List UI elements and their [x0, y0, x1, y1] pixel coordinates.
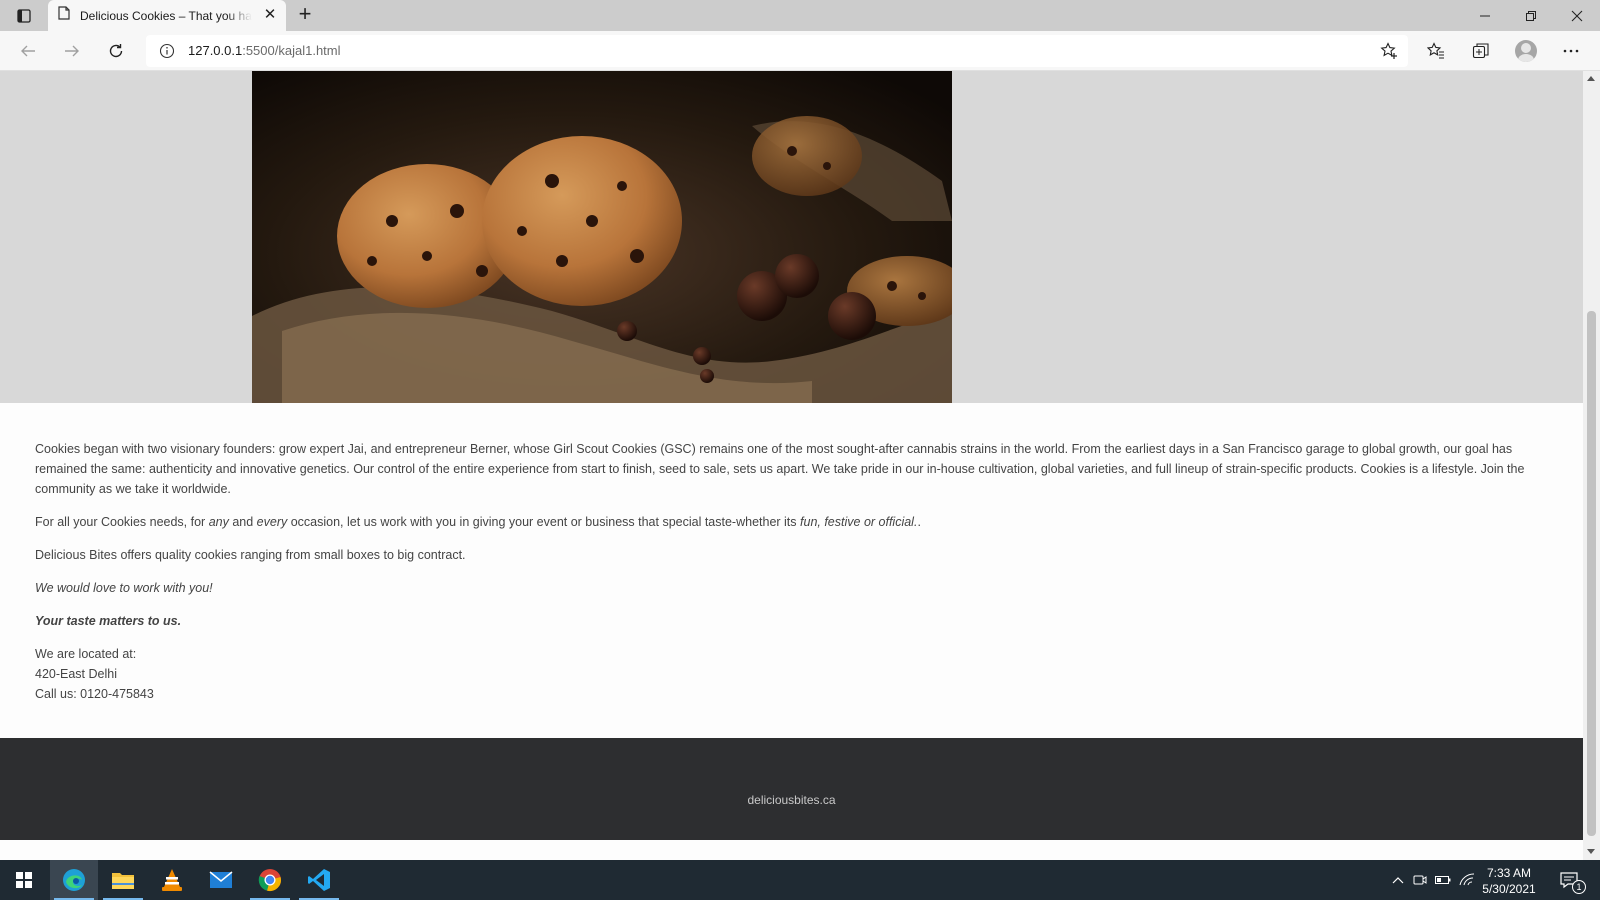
about-content: Cookies began with two visionary founder…	[35, 439, 1555, 717]
needs-text-3: occasion, let us work with you in giving…	[287, 515, 801, 529]
browser-toolbar: 127.0.0.1:5500/kajal1.html	[0, 31, 1600, 71]
taskbar: 7:33 AM 5/30/2021 1	[0, 860, 1600, 900]
address-bar[interactable]: 127.0.0.1:5500/kajal1.html	[146, 35, 1408, 67]
back-arrow-icon[interactable]	[13, 37, 43, 65]
cookies-image	[252, 71, 952, 403]
new-tab-button[interactable]: +	[294, 3, 316, 26]
needs-paragraph: For all your Cookies needs, for any and …	[35, 512, 1555, 532]
clock-time: 7:33 AM	[1486, 866, 1532, 880]
url-text[interactable]: 127.0.0.1:5500/kajal1.html	[188, 43, 341, 58]
title-bar: Delicious Cookies – That you have ✕ +	[0, 0, 1600, 31]
system-clock[interactable]: 7:33 AM 5/30/2021	[1474, 865, 1544, 897]
collections-icon[interactable]	[1466, 37, 1496, 65]
offers-paragraph: Delicious Bites offers quality cookies r…	[35, 548, 466, 562]
add-favorite-icon[interactable]	[1380, 42, 1398, 65]
needs-text-1: For all your Cookies needs, for	[35, 515, 209, 529]
address: 420-East Delhi	[35, 667, 117, 681]
url-path: :5500/kajal1.html	[242, 43, 341, 58]
meet-now-icon[interactable]	[1410, 860, 1430, 900]
footer-text: deliciousbites.ca	[747, 793, 836, 807]
page-icon	[58, 6, 70, 25]
needs-every: every	[256, 515, 288, 529]
taste-text: Your taste matters to us.	[35, 614, 182, 628]
notification-icon[interactable]: 1	[1550, 860, 1590, 900]
scroll-down-icon[interactable]	[1587, 849, 1595, 854]
close-window-icon[interactable]	[1554, 0, 1600, 31]
tab-title: Delicious Cookies – That you have	[80, 8, 252, 23]
start-icon[interactable]	[0, 860, 48, 900]
clock-date: 5/30/2021	[1482, 882, 1536, 896]
tab-actions-icon[interactable]	[10, 5, 38, 27]
battery-icon[interactable]	[1432, 860, 1454, 900]
restore-icon[interactable]	[1508, 0, 1554, 31]
love-text: We would love to work with you!	[35, 581, 213, 595]
info-icon[interactable]	[159, 43, 175, 64]
taste-paragraph: Your taste matters to us.	[35, 611, 1555, 631]
needs-any: any	[208, 515, 229, 529]
file-explorer-icon[interactable]	[99, 860, 147, 900]
more-icon[interactable]	[1556, 37, 1586, 65]
url-host: 127.0.0.1	[188, 43, 243, 58]
vscode-icon[interactable]	[295, 860, 343, 900]
refresh-icon[interactable]	[101, 37, 131, 65]
page-viewport: Cookies began with two visionary founder…	[0, 71, 1583, 860]
forward-arrow-icon[interactable]	[57, 37, 87, 65]
about-paragraph: Cookies began with two visionary founder…	[35, 442, 1525, 496]
needs-occasions: fun, festive or official.	[800, 515, 918, 529]
close-tab-icon[interactable]: ✕	[262, 7, 278, 23]
mail-icon[interactable]	[197, 860, 245, 900]
needs-text-4: .	[917, 515, 921, 529]
favorites-icon[interactable]	[1421, 37, 1451, 65]
browser-tab[interactable]: Delicious Cookies – That you have ✕	[48, 0, 286, 31]
notification-count: 1	[1572, 880, 1586, 894]
profile-avatar-icon[interactable]	[1511, 37, 1541, 65]
love-paragraph: We would love to work with you!	[35, 578, 1555, 598]
phone: Call us: 0120-475843	[35, 687, 154, 701]
scroll-thumb[interactable]	[1587, 311, 1596, 836]
hero-section	[0, 71, 1583, 403]
vlc-icon[interactable]	[148, 860, 196, 900]
chrome-icon[interactable]	[246, 860, 294, 900]
needs-text-2: and	[228, 515, 257, 529]
edge-icon[interactable]	[50, 860, 98, 900]
location-label: We are located at:	[35, 647, 137, 661]
location-block: We are located at: 420-East Delhi Call u…	[35, 644, 1555, 704]
chevron-up-icon[interactable]	[1388, 860, 1408, 900]
minimize-icon[interactable]	[1462, 0, 1508, 31]
vertical-scrollbar[interactable]	[1583, 71, 1600, 860]
page-footer: deliciousbites.ca	[0, 738, 1583, 840]
scroll-up-icon[interactable]	[1587, 76, 1595, 81]
